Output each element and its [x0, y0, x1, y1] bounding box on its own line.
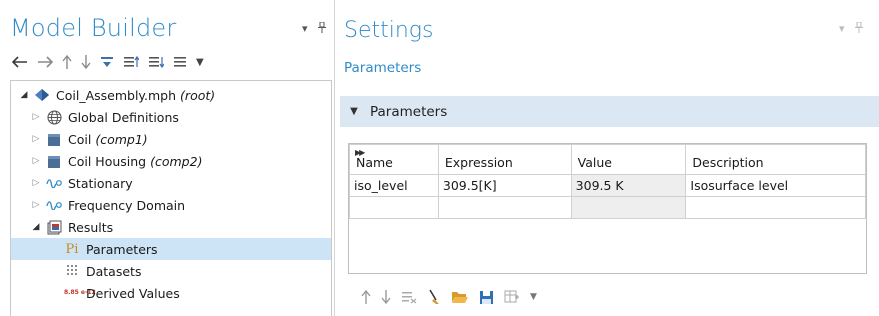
collapse-all-icon[interactable]: [123, 53, 139, 71]
open-file-icon[interactable]: [451, 288, 469, 306]
column-header-value[interactable]: Value: [570, 144, 687, 175]
dropdown-icon[interactable]: ▼: [530, 288, 537, 306]
column-header-description[interactable]: Description: [685, 144, 866, 175]
model-tree: ◢ Coil_Assembly.mph (root) ▷ Global Defi…: [10, 80, 332, 316]
cell-expression[interactable]: 309.5[K]: [437, 174, 572, 197]
tree-node-label: Derived Values: [86, 285, 180, 301]
derived-values-icon: 8.85 e-12: [64, 289, 96, 296]
collapsed-triangle-icon[interactable]: ▷: [30, 156, 42, 166]
parameters-icon: Pi: [65, 241, 79, 257]
collapsed-triangle-icon[interactable]: ▷: [30, 200, 42, 210]
column-header-expression[interactable]: Expression: [437, 144, 572, 175]
load-table-icon[interactable]: [504, 288, 520, 306]
pin-icon[interactable]: [855, 21, 863, 36]
clear-icon[interactable]: [427, 288, 441, 306]
move-up-icon[interactable]: [361, 288, 371, 306]
column-header-name[interactable]: ▶▶ Name: [349, 144, 439, 175]
move-down-icon[interactable]: [81, 53, 91, 71]
expanded-triangle-icon[interactable]: ◢: [18, 90, 30, 100]
tree-node-label: Global Definitions: [68, 109, 179, 125]
tree-node-frequency-domain[interactable]: ▷ Frequency Domain: [11, 194, 331, 216]
tree-node-label: Parameters: [86, 241, 158, 257]
pane-menu-chevron-icon[interactable]: ▾: [839, 22, 845, 35]
cell-expression[interactable]: [437, 196, 572, 219]
tree-node-root[interactable]: ◢ Coil_Assembly.mph (root): [11, 84, 331, 106]
tree-node-label: Coil Housing: [68, 153, 147, 169]
section-label: Parameters: [370, 103, 448, 120]
settings-title: Settings: [344, 18, 434, 43]
cell-name[interactable]: iso_level: [349, 174, 439, 197]
section-collapse-triangle-icon[interactable]: ▼: [348, 106, 360, 117]
model-root-icon: [34, 87, 50, 103]
cell-value: [570, 196, 687, 219]
study-icon: [46, 175, 62, 191]
collapsed-triangle-icon[interactable]: ▷: [30, 178, 42, 188]
tree-node-label: Frequency Domain: [68, 197, 186, 213]
list-icon[interactable]: [173, 53, 187, 71]
tree-node-label: Coil_Assembly.mph: [56, 87, 177, 103]
back-arrow-icon[interactable]: [12, 53, 28, 71]
fast-forward-icon: ▶▶: [355, 148, 365, 157]
study-icon: [46, 197, 62, 213]
cell-description[interactable]: Isosurface level: [685, 174, 866, 197]
tree-node-datasets[interactable]: Datasets: [11, 260, 331, 282]
cell-description[interactable]: [685, 196, 866, 219]
settings-subtitle: Parameters: [344, 60, 422, 76]
component-icon: [46, 131, 62, 147]
model-builder-pane: Model Builder ▾ ▼ ◢ Coil_Assembly.mph (r…: [0, 0, 333, 316]
model-builder-title: Model Builder: [10, 14, 177, 42]
cell-value: 309.5 K: [570, 174, 687, 197]
delete-icon[interactable]: [401, 288, 417, 306]
tree-node-suffix: (comp1): [95, 131, 148, 147]
table-toolbar: ▼: [361, 287, 537, 307]
parameters-table: ▶▶ Name Expression Value Description iso…: [348, 143, 867, 274]
component-icon: [46, 153, 62, 169]
tree-node-suffix: (comp2): [150, 153, 203, 169]
globe-icon: [46, 109, 62, 125]
parameters-section-header[interactable]: ▼ Parameters: [340, 96, 879, 127]
tree-node-coil[interactable]: ▷ Coil (comp1): [11, 128, 331, 150]
save-icon[interactable]: [479, 288, 494, 306]
tree-node-derived-values[interactable]: 8.85 e-12 Derived Values: [11, 282, 331, 304]
table-row[interactable]: [349, 196, 866, 219]
tree-node-stationary[interactable]: ▷ Stationary: [11, 172, 331, 194]
expanded-triangle-icon[interactable]: ◢: [30, 222, 42, 232]
results-icon: [46, 219, 62, 235]
expand-all-icon[interactable]: [148, 53, 164, 71]
tree-node-coil-housing[interactable]: ▷ Coil Housing (comp2): [11, 150, 331, 172]
move-down-icon[interactable]: [381, 288, 391, 306]
forward-arrow-icon[interactable]: [37, 53, 53, 71]
pane-menu-chevron-icon[interactable]: ▾: [302, 22, 308, 35]
show-icon[interactable]: [100, 53, 114, 71]
settings-pane: Settings ▾ Parameters ▼ Parameters ▶▶ Na…: [334, 0, 879, 316]
tree-node-results[interactable]: ◢ Results: [11, 216, 331, 238]
dropdown-icon[interactable]: ▼: [196, 53, 204, 71]
collapsed-triangle-icon[interactable]: ▷: [30, 134, 42, 144]
tree-node-global-definitions[interactable]: ▷ Global Definitions: [11, 106, 331, 128]
model-builder-toolbar: ▼: [12, 52, 204, 72]
collapsed-triangle-icon[interactable]: ▷: [30, 112, 42, 122]
tree-node-label: Coil: [68, 131, 92, 147]
cell-name[interactable]: [349, 196, 439, 219]
tree-node-label: Stationary: [68, 175, 133, 191]
tree-node-label: Datasets: [86, 263, 142, 279]
table-row[interactable]: iso_level 309.5[K] 309.5 K Isosurface le…: [349, 174, 866, 197]
move-up-icon[interactable]: [62, 53, 72, 71]
tree-node-suffix: (root): [180, 87, 216, 103]
pin-icon[interactable]: [318, 21, 326, 36]
tree-node-label: Results: [68, 219, 114, 235]
tree-node-parameters[interactable]: Pi Parameters: [11, 238, 331, 260]
datasets-icon: [64, 263, 80, 279]
